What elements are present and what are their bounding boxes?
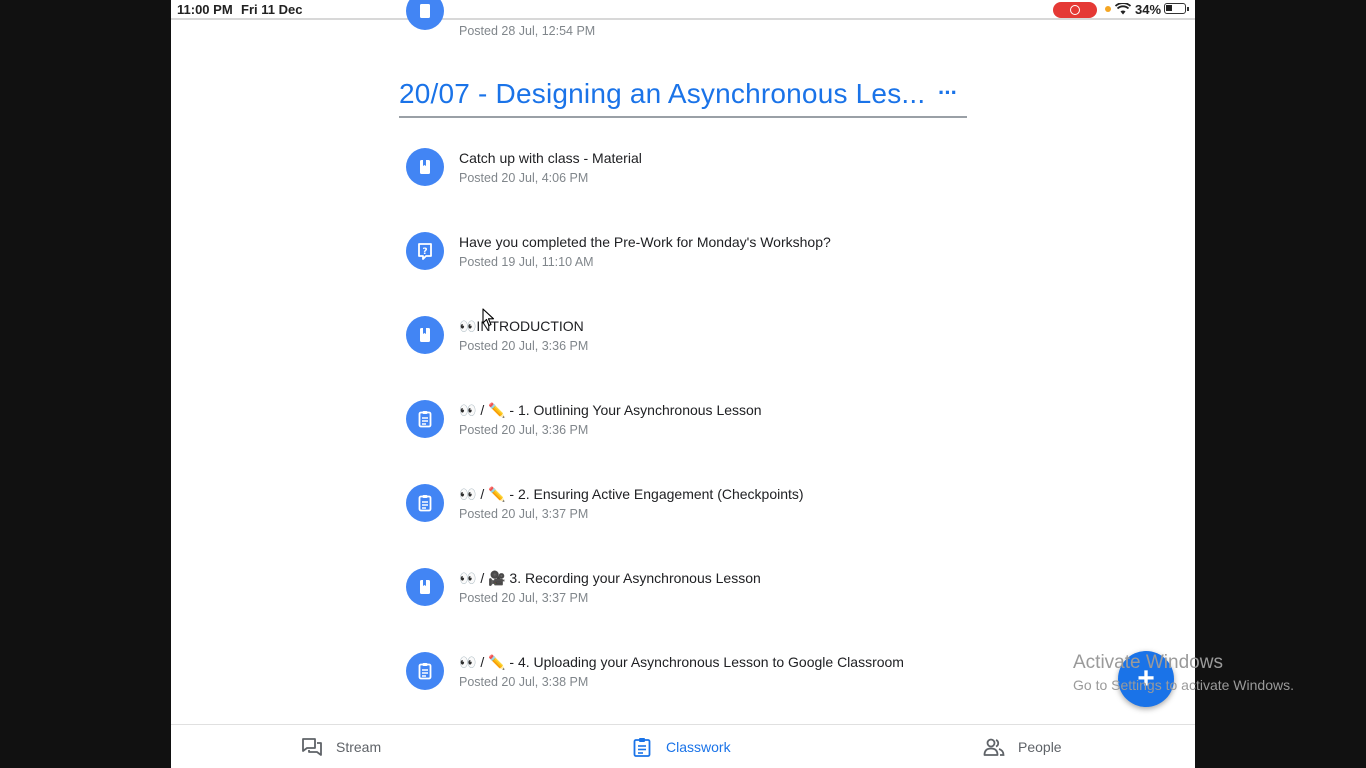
material-icon bbox=[406, 316, 444, 354]
list-item[interactable]: 👀 / ✏️ - 2. Ensuring Active Engagement (… bbox=[406, 484, 1026, 540]
tab-stream-label: Stream bbox=[336, 739, 382, 755]
tab-classwork-label: Classwork bbox=[666, 739, 731, 755]
battery-icon bbox=[1164, 3, 1189, 14]
item-date: Posted 20 Jul, 3:38 PM bbox=[459, 675, 589, 689]
tab-people-label: People bbox=[1018, 739, 1062, 755]
item-date: Posted 20 Jul, 3:36 PM bbox=[459, 339, 589, 353]
tab-stream[interactable]: Stream bbox=[301, 725, 381, 768]
item-title: 👀 / ✏️ - 2. Ensuring Active Engagement (… bbox=[459, 486, 804, 502]
wifi-icon bbox=[1115, 3, 1131, 15]
topic-header: 20/07 - Designing an Asynchronous Les...… bbox=[399, 74, 967, 118]
create-button[interactable]: + bbox=[1118, 651, 1174, 707]
screen-record-icon[interactable] bbox=[1053, 2, 1097, 18]
item-date: Posted 28 Jul, 12:54 PM bbox=[459, 24, 596, 38]
list-item[interactable]: Catch up with class - Material Posted 20… bbox=[406, 148, 1026, 204]
svg-text:?: ? bbox=[422, 247, 427, 257]
item-date: Posted 19 Jul, 11:10 AM bbox=[459, 255, 594, 269]
list-item[interactable]: 👀 / ✏️ - 4. Uploading your Asynchronous … bbox=[406, 652, 1026, 708]
people-icon bbox=[983, 738, 1005, 756]
status-date: Fri 11 Dec bbox=[241, 2, 303, 17]
item-date: Posted 20 Jul, 4:06 PM bbox=[459, 171, 589, 185]
item-date: Posted 20 Jul, 3:36 PM bbox=[459, 423, 589, 437]
item-title: 👀INTRODUCTION bbox=[459, 318, 584, 334]
item-title: 👀 / ✏️ - 1. Outlining Your Asynchronous … bbox=[459, 402, 762, 418]
tab-people[interactable]: People bbox=[983, 725, 1062, 768]
list-item-partial[interactable]: Posted 28 Jul, 12:54 PM bbox=[406, 0, 1006, 40]
assignment-icon bbox=[406, 484, 444, 522]
assignment-icon bbox=[406, 400, 444, 438]
list-item[interactable]: 👀 / ✏️ - 1. Outlining Your Asynchronous … bbox=[406, 400, 1026, 456]
item-title: Catch up with class - Material bbox=[459, 150, 642, 166]
list-item[interactable]: 👀INTRODUCTION Posted 20 Jul, 3:36 PM bbox=[406, 316, 1026, 372]
app-screen: 11:00 PM Fri 11 Dec 34% Posted 28 Jul, 1… bbox=[171, 0, 1195, 768]
material-icon bbox=[406, 148, 444, 186]
topic-title: 20/07 - Designing an Asynchronous Les... bbox=[399, 78, 926, 109]
bottom-nav: Stream Classwork People bbox=[171, 724, 1195, 768]
status-time: 11:00 PM bbox=[177, 2, 233, 17]
item-date: Posted 20 Jul, 3:37 PM bbox=[459, 591, 589, 605]
list-item[interactable]: 👀 / 🎥 3. Recording your Asynchronous Les… bbox=[406, 568, 1026, 624]
mouse-cursor-icon bbox=[482, 308, 495, 327]
plus-icon: + bbox=[1137, 662, 1155, 695]
item-date: Posted 20 Jul, 3:37 PM bbox=[459, 507, 589, 521]
question-icon: ? bbox=[406, 232, 444, 270]
item-title: 👀 / ✏️ - 4. Uploading your Asynchronous … bbox=[459, 654, 904, 670]
material-icon bbox=[406, 568, 444, 606]
tab-classwork[interactable]: Classwork bbox=[631, 725, 731, 768]
more-options-icon[interactable]: ··· bbox=[938, 80, 958, 106]
item-title: Have you completed the Pre-Work for Mond… bbox=[459, 234, 831, 250]
battery-percent: 34% bbox=[1135, 2, 1162, 17]
classwork-icon bbox=[633, 738, 651, 757]
item-title: 👀 / 🎥 3. Recording your Asynchronous Les… bbox=[459, 570, 761, 586]
material-icon bbox=[406, 0, 444, 30]
list-item[interactable]: ? Have you completed the Pre-Work for Mo… bbox=[406, 232, 1026, 288]
stream-icon bbox=[302, 738, 322, 756]
mic-indicator-icon bbox=[1105, 6, 1111, 12]
assignment-icon bbox=[406, 652, 444, 690]
